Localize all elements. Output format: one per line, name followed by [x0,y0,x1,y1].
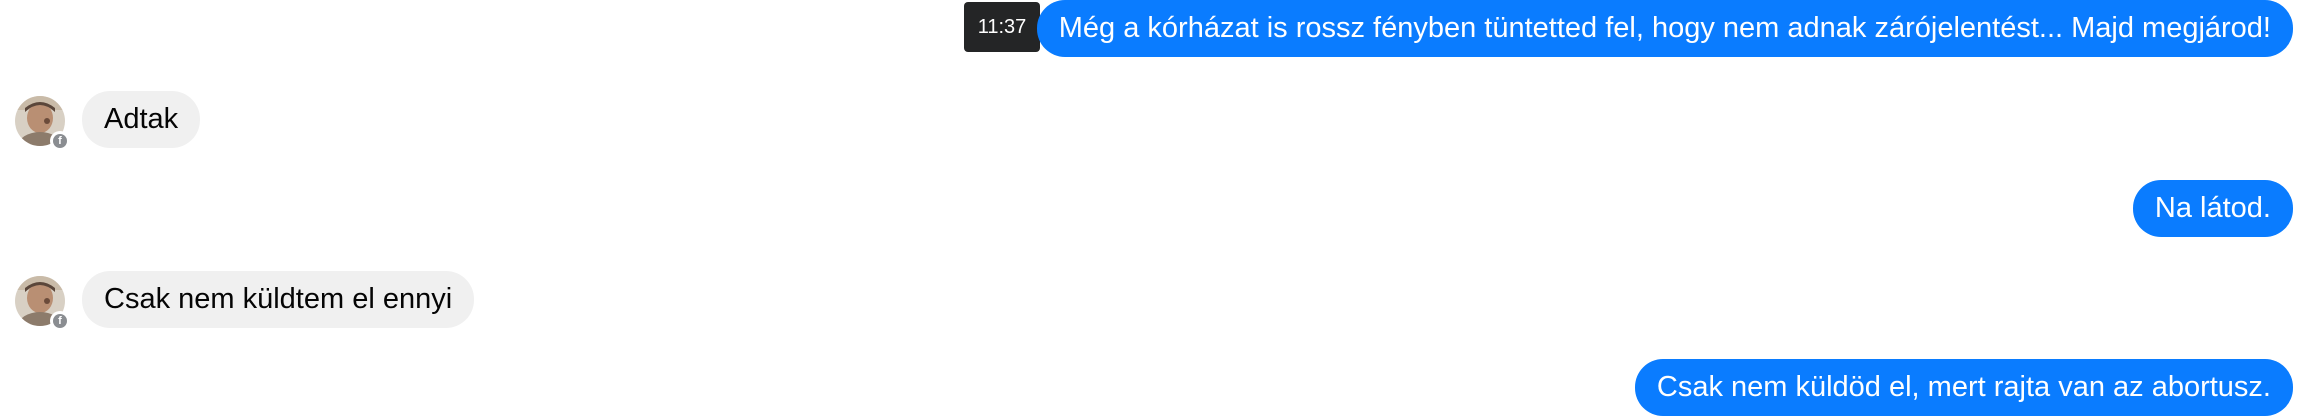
timestamp-tooltip: 11:37 [964,2,1040,52]
message-row: f Adtak [0,90,2306,151]
incoming-message-bubble[interactable]: Adtak [82,91,201,148]
message-row: f Csak nem küldtem el ennyi [0,270,2306,331]
outgoing-message-bubble[interactable]: Na látod. [2132,180,2293,237]
message-row: Na látod. [0,180,2306,240]
incoming-message-bubble[interactable]: Csak nem küldtem el ennyi [82,271,475,328]
message-row: 11:37 Még a kórházat is rossz fényben tü… [0,0,2306,60]
facebook-icon: f [50,131,70,151]
message-row: Csak nem küldöd el, mert rajta van az ab… [0,359,2306,419]
outgoing-message-bubble[interactable]: Még a kórházat is rossz fényben tüntette… [1036,0,2293,57]
outgoing-message-bubble[interactable]: Csak nem küldöd el, mert rajta van az ab… [1634,359,2293,416]
facebook-icon-glyph: f [53,314,67,328]
facebook-icon-glyph: f [53,134,67,148]
facebook-icon: f [50,311,70,331]
